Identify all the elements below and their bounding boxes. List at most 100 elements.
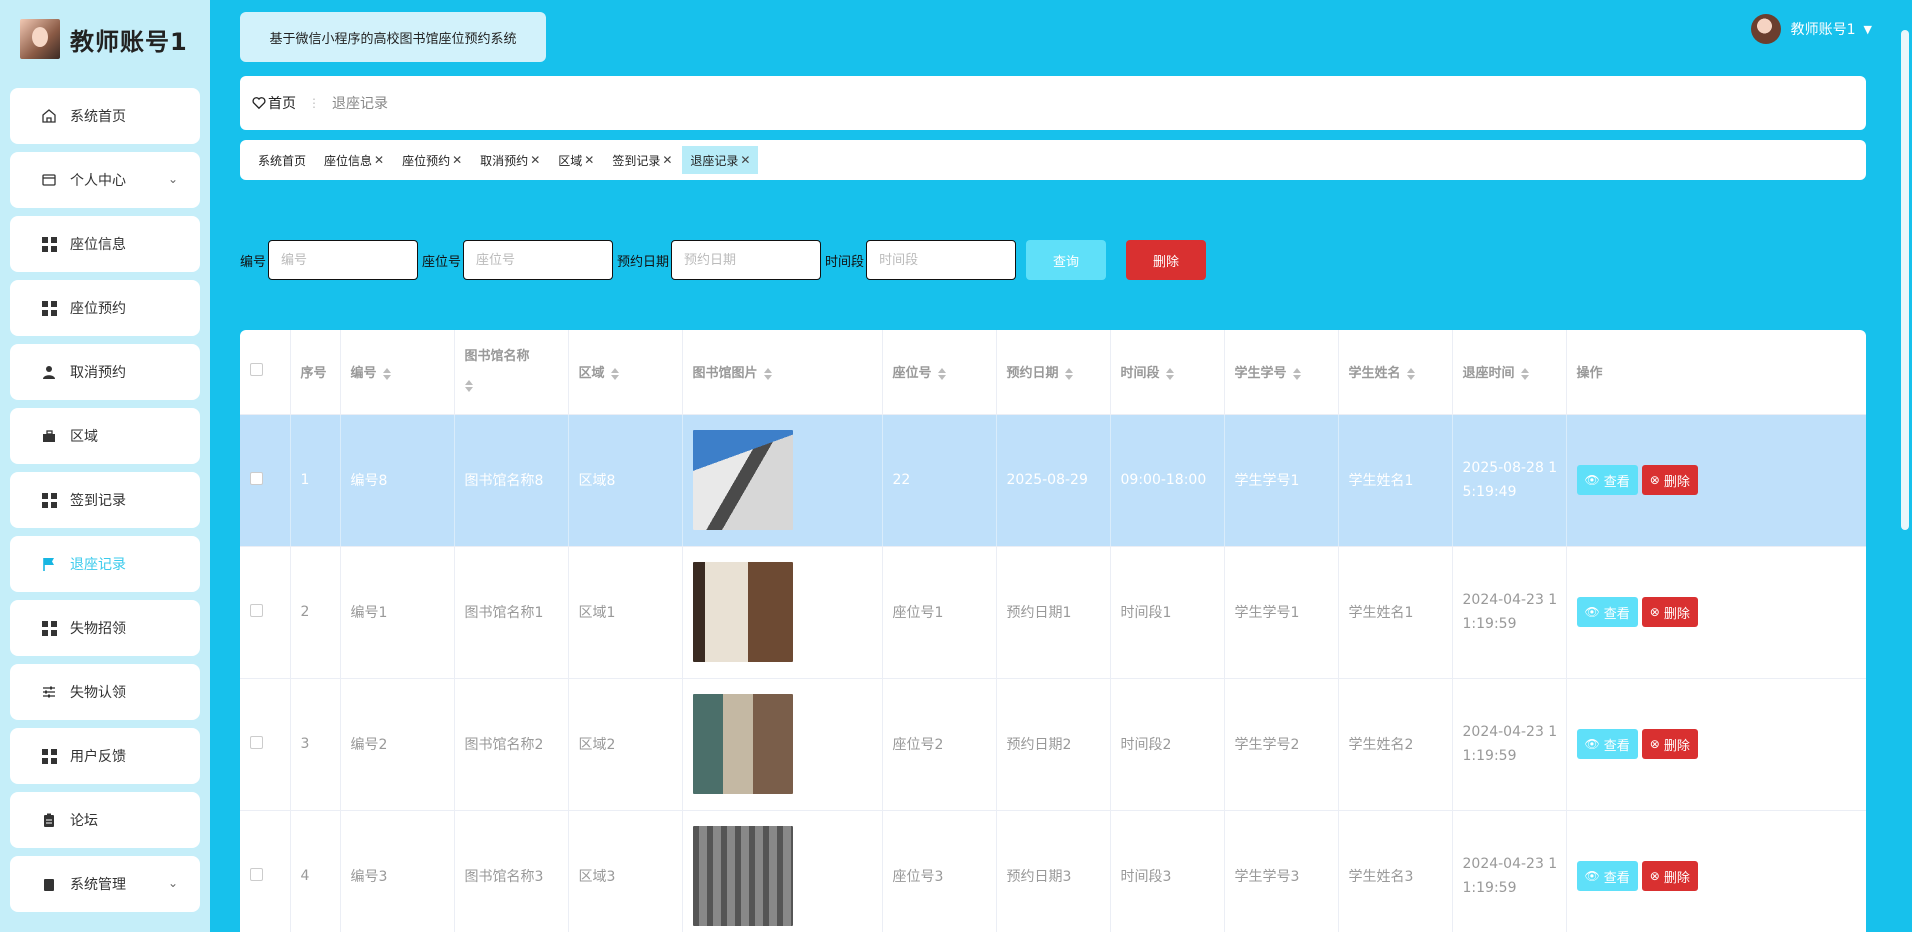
row-checkbox[interactable] [250,471,263,485]
table-cell: 图书馆名称3 [454,810,569,932]
column-header[interactable]: 编号 [340,330,455,415]
library-image[interactable] [692,562,793,662]
row-checkbox[interactable] [250,735,263,749]
column-header[interactable]: 预约日期 [996,330,1111,415]
page-scrollbar[interactable] [1900,0,1910,932]
table-row[interactable]: 4 编号3 图书馆名称3 区域3 座位号3 预约日期3 时间段3 学生学号3 学… [240,810,1866,932]
close-icon[interactable]: ✕ [584,153,594,167]
code-input[interactable] [268,240,419,280]
tag-return-records[interactable]: 退座记录 ✕ [682,146,759,174]
table-row[interactable]: 2 编号1 图书馆名称1 区域1 座位号1 预约日期1 时间段1 学生学号1 学… [240,546,1866,679]
sidebar-item-feedback[interactable]: 用户反馈 [10,728,200,784]
sort-icon[interactable] [464,380,473,393]
user-menu[interactable]: 教师账号1 ▼ [1750,14,1872,44]
sidebar-item-label: 失物招领 [70,621,126,637]
delete-button[interactable]: ⊗ 删除 [1641,729,1698,759]
column-header[interactable]: 区域 [568,330,683,415]
select-all-cell [240,330,291,415]
view-button[interactable]: 👁 查看 [1576,729,1638,759]
view-button[interactable]: 👁 查看 [1576,861,1638,891]
sidebar-item-forum[interactable]: 论坛 [10,792,200,848]
select-all-checkbox[interactable] [250,363,263,377]
sidebar-item-label: 系统首页 [70,109,126,125]
sidebar-item-lost-found[interactable]: 失物招领 [10,600,200,656]
column-header-label: 学生学号 [1234,366,1287,382]
brand-title: 教师账号1 [70,27,188,56]
batch-delete-button[interactable]: 删除 [1126,240,1207,280]
return-time: 2025-08-28 15:19:49 [1462,460,1558,500]
row-checkbox[interactable] [250,867,263,881]
close-icon[interactable]: ✕ [740,153,750,167]
table-row[interactable]: 1 编号8 图书馆名称8 区域8 22 2025-08-29 09:00-18:… [240,414,1866,547]
view-button[interactable]: 👁 查看 [1576,465,1638,495]
period-input[interactable] [866,240,1017,280]
delete-button[interactable]: ⊗ 删除 [1641,597,1698,627]
sort-icon[interactable] [610,367,619,380]
column-header[interactable]: 图书馆名称 [454,330,569,415]
delete-label: 删除 [1663,870,1690,886]
tag-seat-info[interactable]: 座位信息 ✕ [316,146,392,174]
column-header[interactable]: 图书馆图片 [682,330,883,415]
delete-label: 删除 [1663,606,1690,622]
library-image[interactable] [692,430,793,530]
sort-icon[interactable] [1292,367,1301,380]
scrollbar-thumb[interactable] [1901,30,1909,530]
tag-seat-booking[interactable]: 座位预约 ✕ [394,146,470,174]
sort-icon[interactable] [1406,367,1415,380]
sidebar-item-label: 论坛 [70,813,98,829]
view-label: 查看 [1603,606,1630,622]
sidebar-item-seat-booking[interactable]: 座位预约 [10,280,200,336]
delete-button[interactable]: ⊗ 删除 [1641,861,1698,891]
sidebar-item-area[interactable]: 区域 [10,408,200,464]
column-header[interactable]: 时间段 [1110,330,1225,415]
row-checkbox[interactable] [250,603,263,617]
column-header[interactable]: 座位号 [882,330,997,415]
tags-bar: 系统首页 座位信息 ✕ 座位预约 ✕ 取消预约 ✕ 区域 ✕ 签到记录 ✕ 退座记录 ✕ [240,140,1866,180]
actions-cell: 👁 查看 ⊗ 删除 [1566,810,1866,932]
column-header[interactable]: 学生姓名 [1338,330,1453,415]
sort-icon[interactable] [1064,367,1073,380]
grid-icon [40,619,58,637]
avatar [20,19,60,59]
sidebar-item-label: 退座记录 [70,557,126,573]
sidebar-item-home[interactable]: 系统首页 [10,88,200,144]
sidebar-item-system[interactable]: 系统管理 ⌄ [10,856,200,912]
table-row[interactable]: 3 编号2 图书馆名称2 区域2 座位号2 预约日期2 时间段2 学生学号2 学… [240,678,1866,811]
seat-input[interactable] [463,240,614,280]
sort-icon[interactable] [382,367,391,380]
sidebar-item-cancel-booking[interactable]: 取消预约 [10,344,200,400]
close-icon[interactable]: ✕ [530,153,540,167]
date-input[interactable] [671,240,822,280]
tag-home[interactable]: 系统首页 [250,146,314,174]
close-icon[interactable]: ✕ [374,153,384,167]
tag-area[interactable]: 区域 ✕ [550,146,602,174]
sort-icon[interactable] [763,367,772,380]
table-cell: 编号1 [340,546,455,679]
library-image[interactable] [692,694,793,794]
close-icon[interactable]: ✕ [452,153,462,167]
heart-icon [252,97,266,110]
sort-icon[interactable] [937,367,946,380]
column-header[interactable]: 退座时间 [1452,330,1567,415]
delete-button[interactable]: ⊗ 删除 [1641,465,1698,495]
column-header[interactable]: 学生学号 [1224,330,1339,415]
breadcrumb-home[interactable]: 首页 [252,93,296,113]
sidebar-item-checkin-records[interactable]: 签到记录 [10,472,200,528]
sort-icon[interactable] [1520,367,1529,380]
view-button[interactable]: 👁 查看 [1576,597,1638,627]
sidebar-item-lost-claim[interactable]: 失物认领 [10,664,200,720]
close-icon[interactable]: ✕ [662,153,672,167]
sidebar-item-label: 取消预约 [70,365,126,381]
clipboard-icon [40,811,58,829]
row-select-cell [240,546,291,679]
query-button[interactable]: 查询 [1026,240,1107,280]
library-image[interactable] [692,826,793,926]
sidebar-item-seat-info[interactable]: 座位信息 [10,216,200,272]
tag-checkin-records[interactable]: 签到记录 ✕ [604,146,680,174]
sidebar-item-return-records[interactable]: 退座记录 [10,536,200,592]
tag-cancel-booking[interactable]: 取消预约 ✕ [472,146,548,174]
brand: 教师账号1 [20,18,188,60]
sidebar-item-profile[interactable]: 个人中心 ⌄ [10,152,200,208]
sort-icon[interactable] [1165,367,1174,380]
table-cell: 编号3 [340,810,455,932]
